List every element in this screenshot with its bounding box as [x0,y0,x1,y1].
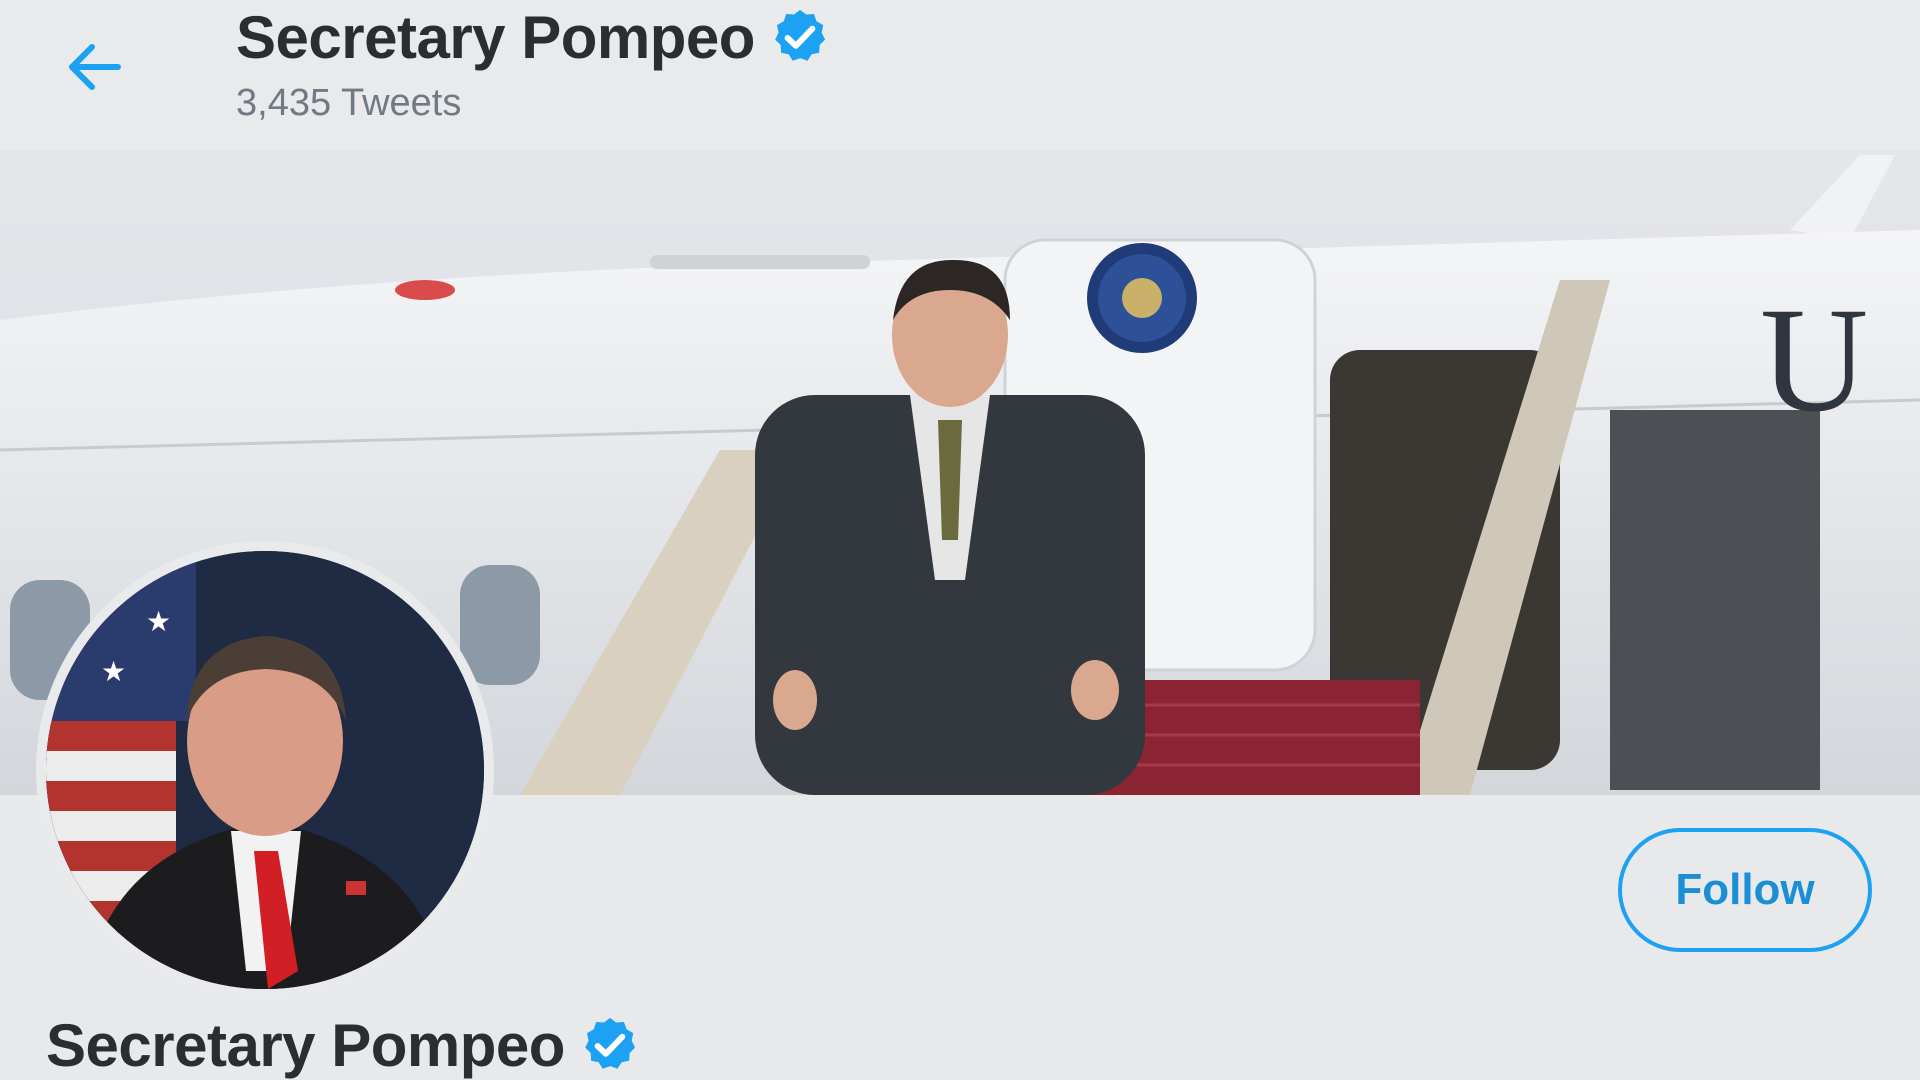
verified-badge-icon [775,9,825,61]
header-display-name: Secretary Pompeo [236,3,755,71]
tweet-count: 3,435 Tweets [236,82,462,124]
svg-text:★: ★ [101,655,126,688]
profile-display-name: Secretary Pompeo [46,1011,565,1079]
avatar[interactable]: ★ ★ ★ [36,541,494,999]
profile-name-row: Secretary Pompeo [46,1010,641,1080]
verified-badge-icon [585,1017,635,1069]
svg-text:U: U [1760,277,1868,443]
svg-text:★: ★ [146,605,171,638]
follow-button[interactable]: Follow [1618,828,1872,952]
back-button[interactable] [62,34,128,100]
header-title-row: Secretary Pompeo [236,2,831,72]
arrow-left-icon [69,44,121,90]
profile-header-bar: Secretary Pompeo 3,435 Tweets [0,0,1920,150]
